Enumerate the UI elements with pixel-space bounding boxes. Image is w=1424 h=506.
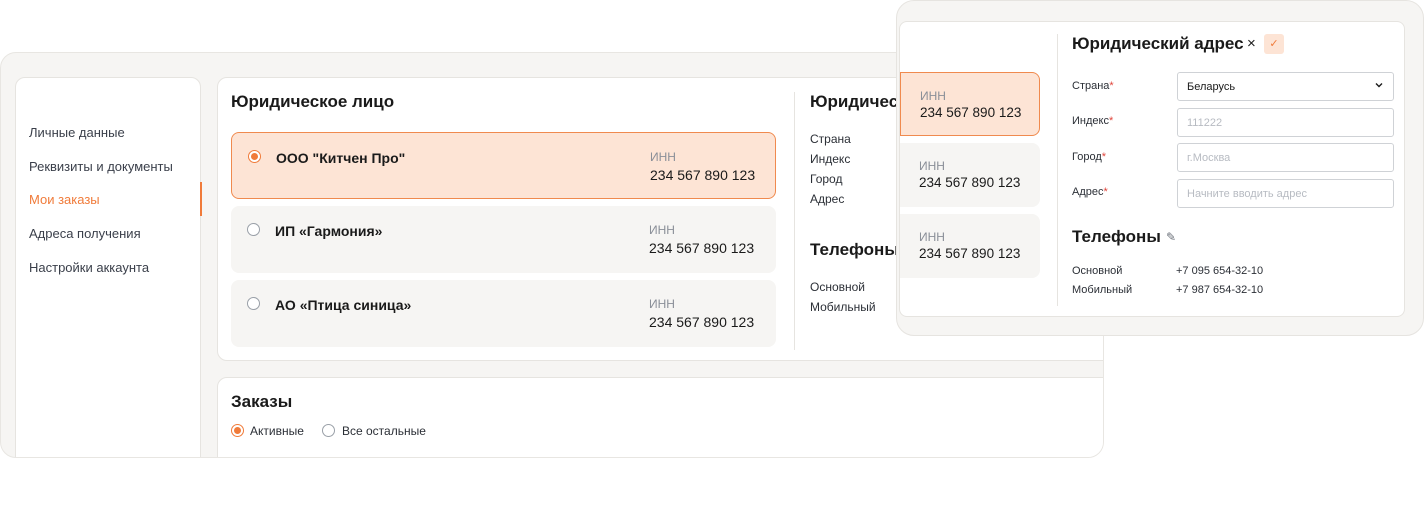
inn-value: 234 567 890 123 <box>920 105 1022 120</box>
entity-name: ООО "Китчен Про" <box>276 150 406 166</box>
edit-icon[interactable]: ✎ <box>1166 230 1176 244</box>
country-select[interactable]: Беларусь <box>1177 72 1394 101</box>
sidebar-item-requisites[interactable]: Реквизиты и документы <box>16 149 202 183</box>
sidebar-item-my-orders[interactable]: Мои заказы <box>16 182 202 216</box>
edit-address-panel: ИНН 234 567 890 123 ИНН 234 567 890 123 … <box>899 21 1405 317</box>
inn-label: ИНН <box>919 230 945 244</box>
entity-radio[interactable] <box>247 223 260 236</box>
inn-label: ИНН <box>920 89 946 103</box>
legal-entity-title: Юридическое лицо <box>231 92 395 111</box>
phone-mobile-label: Мобильный <box>1072 284 1133 296</box>
sidebar-item-label: Реквизиты и документы <box>29 158 173 174</box>
orders-filter-other-radio[interactable] <box>322 424 335 437</box>
address-label: Адрес <box>810 192 845 206</box>
orders-filter-other-label[interactable]: Все остальные <box>342 424 426 438</box>
country-value: Беларусь <box>1187 80 1236 93</box>
edit-address-popup: ИНН 234 567 890 123 ИНН 234 567 890 123 … <box>896 0 1424 336</box>
sidebar-item-label: Настройки аккаунта <box>29 259 150 275</box>
phones-title: Телефоны <box>1072 227 1161 246</box>
inn-label: ИНН <box>919 159 945 173</box>
inn-label: ИНН <box>649 223 675 237</box>
orders-panel: Заказы Активные Все остальные <box>217 377 1103 457</box>
sidebar-item-label: Личные данные <box>29 124 125 140</box>
legal-address-title: Юридический адрес <box>1072 34 1244 53</box>
inn-value: 234 567 890 123 <box>649 314 755 330</box>
entity-name: АО «Птица синица» <box>275 297 412 313</box>
entity-radio[interactable] <box>248 150 261 163</box>
entity-card-garmoniya[interactable]: ИП «Гармония» ИНН 234 567 890 123 <box>231 206 776 273</box>
popup-divider <box>1057 34 1058 306</box>
inn-value: 234 567 890 123 <box>650 167 756 183</box>
close-icon[interactable]: × <box>1247 35 1261 53</box>
orders-title: Заказы <box>231 392 293 411</box>
entity-name: ИП «Гармония» <box>275 223 383 239</box>
sidebar-item-label: Мои заказы <box>29 191 100 207</box>
sidebar-item-label: Адреса получения <box>29 225 141 241</box>
entity-radio[interactable] <box>247 297 260 310</box>
orders-filter-active-radio[interactable] <box>231 424 244 437</box>
country-label: Страна <box>810 132 851 146</box>
phone-main-value: +7 095 654-32-10 <box>1176 265 1264 277</box>
phone-main-label: Основной <box>1072 265 1123 277</box>
sidebar: Личные данные Реквизиты и документы Мои … <box>15 77 202 457</box>
entity-mini-card[interactable]: ИНН 234 567 890 123 <box>900 143 1040 207</box>
legal-address-title: Юридичес <box>810 92 899 111</box>
phone-mobile-label: Мобильный <box>810 300 876 314</box>
city-label: Город <box>810 172 843 186</box>
address-label: Адрес* <box>1072 186 1108 198</box>
orders-filter-active-label[interactable]: Активные <box>250 424 304 438</box>
inn-label: ИНН <box>649 297 675 311</box>
entity-mini-card[interactable]: ИНН 234 567 890 123 <box>900 72 1040 136</box>
sidebar-item-account-settings[interactable]: Настройки аккаунта <box>16 250 202 284</box>
phone-mobile-value: +7 987 654-32-10 <box>1176 284 1264 296</box>
phone-main-label: Основной <box>810 280 866 294</box>
inn-value: 234 567 890 123 <box>919 246 1021 261</box>
chevron-down-icon <box>1374 80 1384 93</box>
index-label: Индекс* <box>1072 115 1114 127</box>
address-input[interactable]: Начните вводить адрес <box>1177 179 1394 208</box>
entity-mini-card[interactable]: ИНН 234 567 890 123 <box>900 214 1040 278</box>
inn-value: 234 567 890 123 <box>919 175 1021 190</box>
index-label: Индекс <box>810 152 851 166</box>
entity-card-ptitsa-sinitsa[interactable]: АО «Птица синица» ИНН 234 567 890 123 <box>231 280 776 347</box>
sidebar-item-delivery-addresses[interactable]: Адреса получения <box>16 216 202 250</box>
city-input[interactable]: г.Москва <box>1177 143 1394 172</box>
confirm-icon[interactable]: ✓ <box>1264 34 1284 54</box>
entity-card-kitchen-pro[interactable]: ООО "Китчен Про" ИНН 234 567 890 123 <box>231 132 776 199</box>
inn-label: ИНН <box>650 150 676 164</box>
panel-divider <box>794 92 795 350</box>
inn-value: 234 567 890 123 <box>649 240 755 256</box>
city-label: Город* <box>1072 151 1107 163</box>
country-label: Страна* <box>1072 80 1114 92</box>
sidebar-item-personal-data[interactable]: Личные данные <box>16 115 202 149</box>
phones-title: Телефоны <box>810 240 899 259</box>
index-input[interactable]: 111222 <box>1177 108 1394 137</box>
